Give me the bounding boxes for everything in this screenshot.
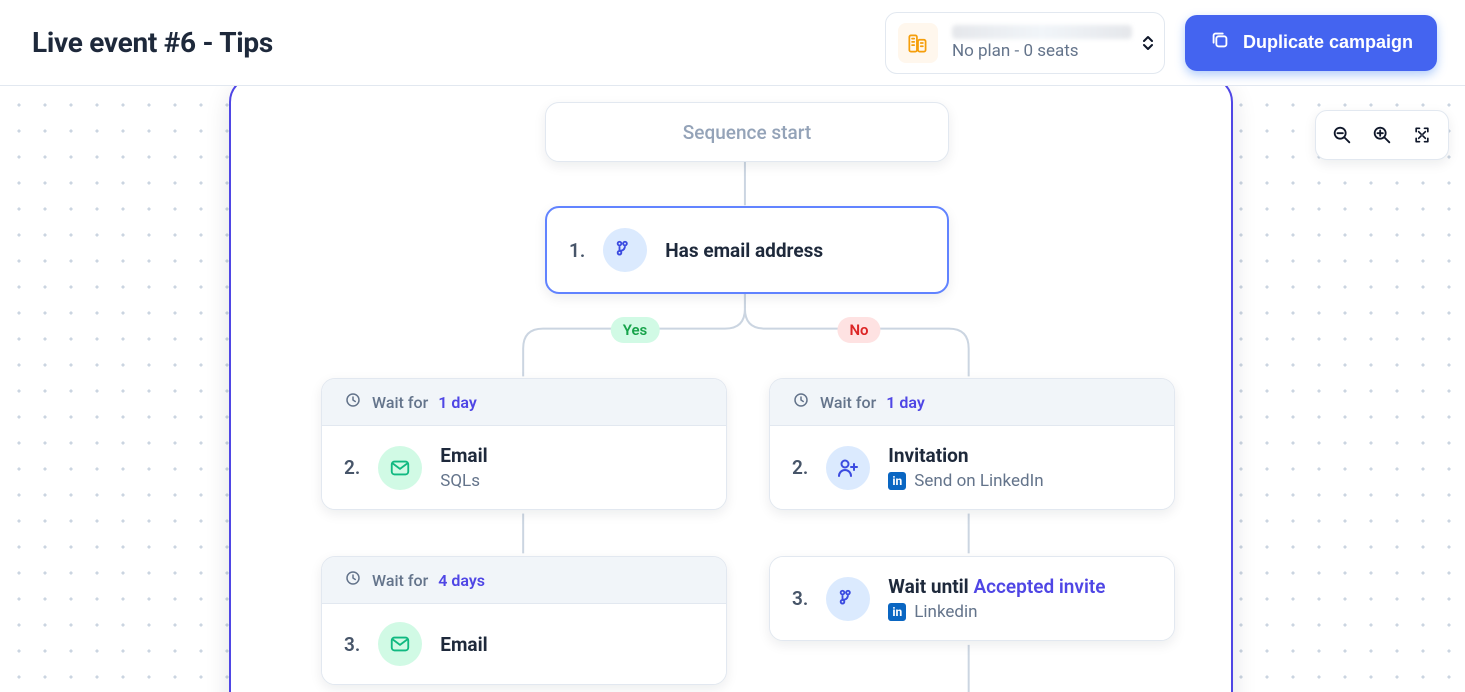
zoom-in-button[interactable]	[1364, 117, 1400, 153]
wait-header: Wait for 1 day	[770, 379, 1174, 426]
mail-icon	[378, 622, 422, 666]
header: Live event #6 - Tips No plan - 0 seats D…	[0, 0, 1465, 86]
node-left-step-2[interactable]: Wait for 1 day 2. Email SQLs	[321, 378, 727, 510]
wait-delay: 1 day	[438, 393, 477, 412]
duplicate-campaign-button[interactable]: Duplicate campaign	[1185, 15, 1437, 71]
wait-delay: 4 days	[438, 571, 485, 590]
step-number: 3.	[792, 587, 808, 610]
zoom-controls	[1315, 110, 1449, 160]
flow-canvas[interactable]: Sequence start 1. Has email address Yes …	[229, 86, 1233, 692]
page-title: Live event #6 - Tips	[32, 26, 865, 59]
zoom-fit-button[interactable]	[1404, 117, 1440, 153]
branch-icon	[826, 577, 870, 621]
step-title: Email	[440, 444, 487, 467]
step-number: 1.	[569, 239, 585, 262]
condition-label: Has email address	[665, 239, 823, 262]
step-title: Invitation	[888, 444, 1043, 467]
branch-icon	[603, 228, 647, 272]
wait-header: Wait for 4 days	[322, 557, 726, 604]
account-name-redacted	[952, 25, 1132, 39]
node-left-step-3[interactable]: Wait for 4 days 3. Email	[321, 556, 727, 685]
account-switcher[interactable]: No plan - 0 seats	[885, 12, 1165, 74]
copy-icon	[1209, 29, 1231, 56]
step-subtitle: SQLs	[440, 471, 487, 491]
clock-icon	[344, 391, 362, 413]
step-title: Wait until Accepted invite	[888, 575, 1105, 598]
step-subtitle: in Linkedin	[888, 602, 1105, 622]
wait-header: Wait for 1 day	[322, 379, 726, 426]
sequence-start-label: Sequence start	[683, 121, 811, 144]
flow-canvas-container: Sequence start 1. Has email address Yes …	[0, 86, 1465, 692]
branch-pill-no: No	[837, 317, 880, 343]
node-right-step-3[interactable]: 3. Wait until Accepted invite in Linkedi…	[769, 556, 1175, 641]
step-title: Email	[440, 633, 487, 656]
node-right-step-2[interactable]: Wait for 1 day 2. Invitation in Send on …	[769, 378, 1175, 510]
wait-delay: 1 day	[886, 393, 925, 412]
building-icon	[898, 23, 938, 63]
clock-icon	[792, 391, 810, 413]
linkedin-icon: in	[888, 603, 906, 621]
chevron-updown-icon	[1142, 35, 1154, 51]
person-add-icon	[826, 446, 870, 490]
account-plan-text: No plan - 0 seats	[952, 41, 1132, 61]
zoom-out-button[interactable]	[1324, 117, 1360, 153]
node-condition-has-email[interactable]: 1. Has email address	[545, 206, 949, 294]
node-sequence-start[interactable]: Sequence start	[545, 102, 949, 162]
step-subtitle: in Send on LinkedIn	[888, 471, 1043, 491]
linkedin-icon: in	[888, 472, 906, 490]
step-number: 3.	[344, 633, 360, 656]
mail-icon	[378, 446, 422, 490]
step-number: 2.	[792, 456, 808, 479]
step-number: 2.	[344, 456, 360, 479]
clock-icon	[344, 569, 362, 591]
duplicate-campaign-label: Duplicate campaign	[1243, 32, 1413, 53]
branch-pill-yes: Yes	[611, 317, 660, 343]
